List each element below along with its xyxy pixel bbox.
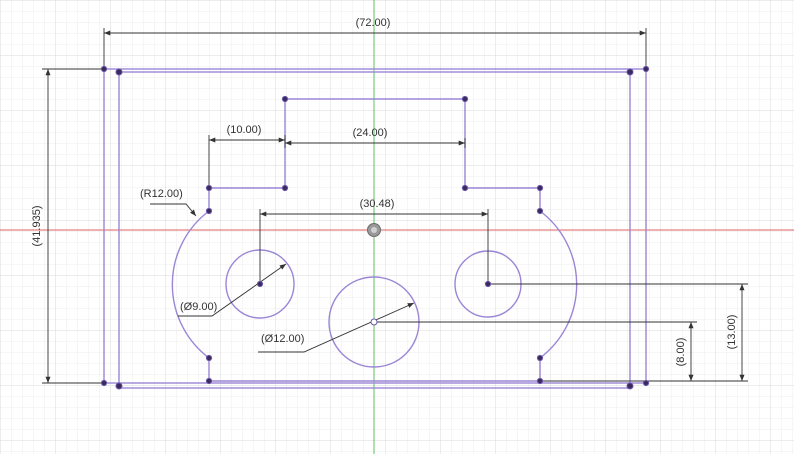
sketch-point[interactable]: [100, 379, 108, 387]
dim-arc-radius[interactable]: (R12.00): [140, 188, 183, 200]
sketch-point[interactable]: [642, 379, 650, 387]
sketch-canvas[interactable]: (72.00) (41.935) (10.00) (24.00) (30.48)…: [0, 0, 794, 454]
dim-hole-spacing[interactable]: (30.48): [360, 198, 395, 210]
dim-center-hole-dia[interactable]: (Ø12.00): [261, 333, 304, 345]
sketch-point[interactable]: [205, 207, 213, 215]
sketch-point[interactable]: [642, 65, 650, 73]
dim-center-hole-height[interactable]: (8.00): [675, 338, 687, 367]
origin-icon[interactable]: [367, 223, 381, 237]
hole-center-point[interactable]: [484, 280, 492, 288]
sketch-point[interactable]: [115, 382, 123, 390]
sketch-point[interactable]: [461, 184, 469, 192]
sketch-point[interactable]: [281, 95, 289, 103]
sketch-point[interactable]: [115, 68, 123, 76]
sketch-point[interactable]: [461, 95, 469, 103]
sketch-point[interactable]: [100, 65, 108, 73]
sketch-point[interactable]: [626, 68, 634, 76]
dim-side-hole-height[interactable]: (13.00): [726, 315, 738, 350]
dim-small-hole-dia[interactable]: (Ø9.00): [180, 301, 217, 313]
dim-overall-width[interactable]: (72.00): [356, 17, 391, 29]
sketch-point[interactable]: [536, 207, 544, 215]
sketch-point[interactable]: [205, 184, 213, 192]
hole-center-point[interactable]: [256, 280, 264, 288]
hole-center-point[interactable]: [370, 318, 378, 326]
dim-slot-width[interactable]: (24.00): [353, 127, 388, 139]
dim-overall-height[interactable]: (41.935): [31, 206, 43, 247]
sketch-point[interactable]: [626, 382, 634, 390]
sketch-point[interactable]: [536, 184, 544, 192]
sketch-point[interactable]: [205, 377, 213, 385]
dim-slot-offset[interactable]: (10.00): [227, 124, 262, 136]
sketch-point[interactable]: [536, 377, 544, 385]
sketch-point[interactable]: [281, 184, 289, 192]
sketch-point[interactable]: [536, 354, 544, 362]
sketch-point[interactable]: [205, 354, 213, 362]
